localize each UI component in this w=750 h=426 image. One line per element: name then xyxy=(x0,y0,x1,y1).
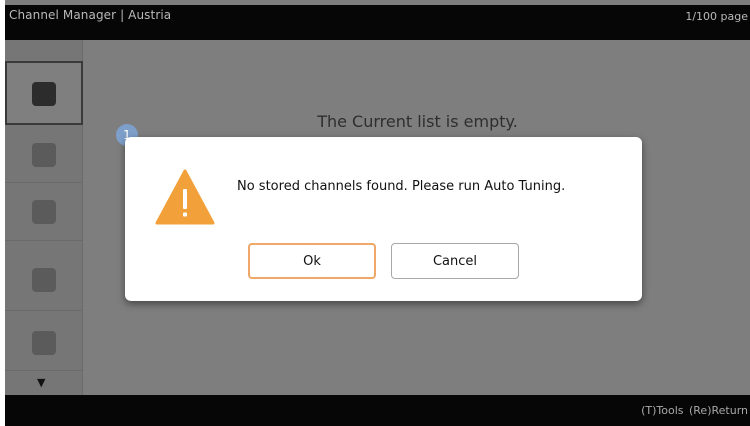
scroll-down-arrow-icon[interactable]: ▼ xyxy=(37,376,45,389)
empty-list-message: The Current list is empty. xyxy=(317,112,518,131)
channel-slot-5[interactable] xyxy=(5,311,83,371)
page-title: Channel Manager | Austria xyxy=(9,8,172,22)
channel-slot-3[interactable] xyxy=(5,183,83,241)
footer-bar: (T)Tools (Re)Return xyxy=(5,395,750,426)
ok-button[interactable]: Ok xyxy=(248,243,376,279)
channel-slot-list: ▼ xyxy=(5,40,83,395)
channel-slot-checkbox xyxy=(32,143,56,167)
channel-slot-checkbox xyxy=(32,268,56,292)
page-indicator: 1/100 page xyxy=(685,10,748,23)
cancel-button[interactable]: Cancel xyxy=(391,243,519,279)
channel-slot-checkbox xyxy=(32,200,56,224)
alert-dialog: No stored channels found. Please run Aut… xyxy=(125,137,642,301)
warning-icon xyxy=(155,169,215,225)
key-hints: (T)Tools (Re)Return xyxy=(641,404,748,417)
channel-slot-checkbox xyxy=(32,82,56,106)
channel-slot-1[interactable] xyxy=(5,61,83,125)
channel-slot-checkbox xyxy=(32,331,56,355)
channel-slot-4[interactable] xyxy=(5,241,83,311)
header-bar: Channel Manager | Austria 1/100 page xyxy=(5,5,750,40)
channel-slot-2[interactable] xyxy=(5,125,83,183)
dialog-message: No stored channels found. Please run Aut… xyxy=(237,179,566,194)
